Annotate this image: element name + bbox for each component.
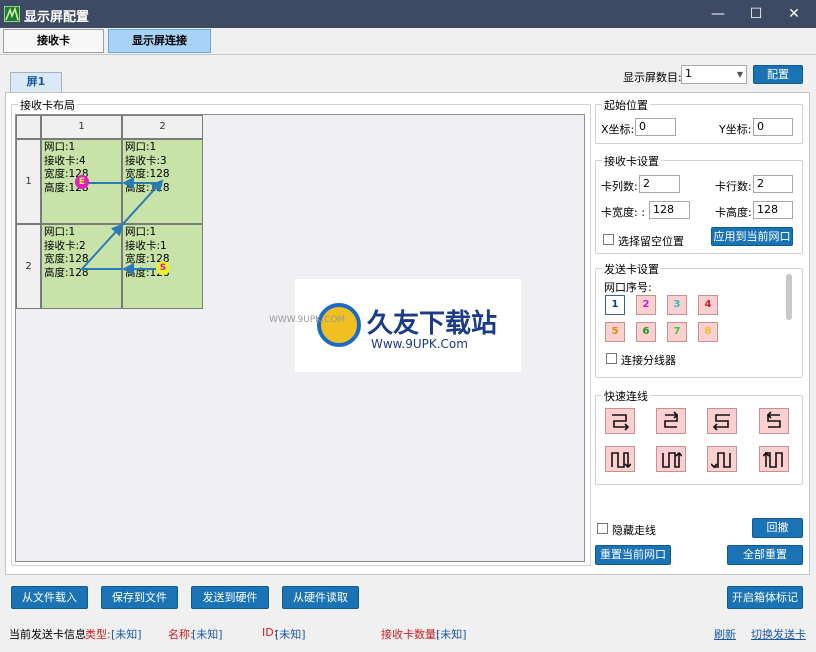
apply-port-button[interactable]: 应用到当前网口: [711, 227, 793, 246]
load-from-file-button[interactable]: 从文件载入: [11, 586, 88, 609]
y-label: Y坐标:: [719, 123, 752, 136]
name-value: [未知]: [192, 628, 223, 641]
rows-label: 卡行数:: [715, 180, 752, 193]
main-tabs: 接收卡 显示屏连接: [0, 28, 816, 55]
watermark-prefix: WWW.9UPK.COM: [269, 315, 346, 325]
watermark: WWW.9UPK.COM 久友下载站 Www.9UPK.Com: [269, 279, 521, 372]
tab-screen-1[interactable]: 屏1: [10, 72, 62, 92]
screen-count-label: 显示屏数目:: [623, 71, 682, 84]
send-to-hardware-button[interactable]: 发送到硬件: [191, 586, 269, 609]
minimize-icon[interactable]: —: [706, 4, 730, 24]
close-icon[interactable]: ✕: [782, 4, 806, 24]
save-to-file-button[interactable]: 保存到文件: [101, 586, 178, 609]
snake-right-icon[interactable]: [605, 408, 635, 434]
sender-scrollbar[interactable]: [786, 274, 792, 320]
read-from-hardware-button[interactable]: 从硬件读取: [282, 586, 359, 609]
chevron-down-icon: ▼: [736, 70, 743, 79]
splitter-checkbox[interactable]: [606, 353, 617, 364]
name-label: 名称:: [168, 628, 194, 641]
watermark-url: Www.9UPK.Com: [371, 337, 468, 351]
box-mark-button[interactable]: 开启箱体标记: [727, 586, 803, 609]
reserve-checkbox[interactable]: [603, 234, 614, 245]
snake-left-right-icon[interactable]: [656, 408, 686, 434]
type-label: 类型:: [85, 628, 111, 641]
x-label: X坐标:: [601, 123, 635, 136]
port-button-5[interactable]: 5: [605, 322, 625, 342]
card-height-label: 卡高度:: [715, 206, 752, 219]
switch-sender-link[interactable]: 切换发送卡: [751, 626, 806, 642]
hide-lines-checkbox[interactable]: [597, 523, 608, 534]
id-value: [未知]: [275, 628, 306, 641]
reset-current-port-button[interactable]: 重置当前网口: [595, 545, 671, 565]
connection-path: [79, 177, 164, 275]
layout-group-title: 接收卡布局: [18, 97, 77, 113]
undo-button[interactable]: 回撤: [752, 518, 803, 538]
port-number-label: 网口序号:: [604, 281, 652, 294]
current-sender-info-label: 当前发送卡信息: [9, 628, 86, 641]
port-button-2[interactable]: 2: [636, 295, 656, 315]
tab-screen-connection[interactable]: 显示屏连接: [108, 29, 211, 53]
port-button-8[interactable]: 8: [698, 322, 718, 342]
zigzag-down-icon[interactable]: [605, 446, 635, 472]
refresh-link[interactable]: 刷新: [714, 626, 736, 642]
y-input[interactable]: 0: [753, 118, 793, 136]
status-bar: 当前发送卡信息 类型: [未知] 名称: [未知] ID: [未知] 接收卡数量…: [0, 620, 816, 644]
maximize-icon[interactable]: ☐: [744, 4, 768, 24]
port-button-4[interactable]: 4: [698, 295, 718, 315]
splitter-label: 连接分线器: [621, 354, 676, 367]
window-title: 显示屏配置: [24, 10, 90, 25]
snake-left-icon[interactable]: [707, 408, 737, 434]
watermark-text: 久友下载站: [367, 309, 498, 339]
title-bar: 显示屏配置 — ☐ ✕: [0, 0, 816, 28]
card-count-value: [未知]: [436, 628, 467, 641]
app-icon: [4, 6, 20, 22]
reserve-label: 选择留空位置: [618, 235, 684, 248]
zigzag-up-left-icon[interactable]: [759, 446, 789, 472]
x-input[interactable]: 0: [635, 118, 676, 136]
type-value: [未知]: [111, 628, 142, 641]
card-width-input[interactable]: 128: [649, 201, 690, 219]
watermark-logo-icon: [317, 303, 361, 347]
port-button-6[interactable]: 6: [636, 322, 656, 342]
screen-count-select[interactable]: 1 ▼: [681, 65, 747, 84]
card-height-input[interactable]: 128: [753, 201, 793, 219]
cols-input[interactable]: 2: [639, 175, 680, 193]
end-marker: E: [75, 175, 89, 189]
reset-all-button[interactable]: 全部重置: [727, 545, 803, 565]
start-position-title: 起始位置: [602, 97, 650, 113]
card-width-label: 卡宽度: :: [601, 206, 645, 219]
zigzag-down-left-icon[interactable]: [707, 446, 737, 472]
screen-count-value: 1: [685, 67, 692, 80]
zigzag-up-icon[interactable]: [656, 446, 686, 472]
port-button-1[interactable]: 1: [605, 295, 625, 315]
quick-connect-title: 快速连线: [602, 388, 650, 404]
hide-lines-label: 隐藏走线: [612, 524, 656, 537]
receiver-settings-title: 接收卡设置: [602, 153, 661, 169]
port-button-7[interactable]: 7: [667, 322, 687, 342]
sender-settings-title: 发送卡设置: [602, 261, 661, 277]
snake-reverse-icon[interactable]: [759, 408, 789, 434]
config-button[interactable]: 配置: [753, 65, 803, 84]
tab-receiver-card[interactable]: 接收卡: [3, 29, 104, 53]
card-count-label: 接收卡数量:: [381, 628, 440, 641]
cols-label: 卡列数:: [601, 180, 638, 193]
rows-input[interactable]: 2: [753, 175, 793, 193]
start-marker: S: [156, 261, 170, 275]
port-button-3[interactable]: 3: [667, 295, 687, 315]
